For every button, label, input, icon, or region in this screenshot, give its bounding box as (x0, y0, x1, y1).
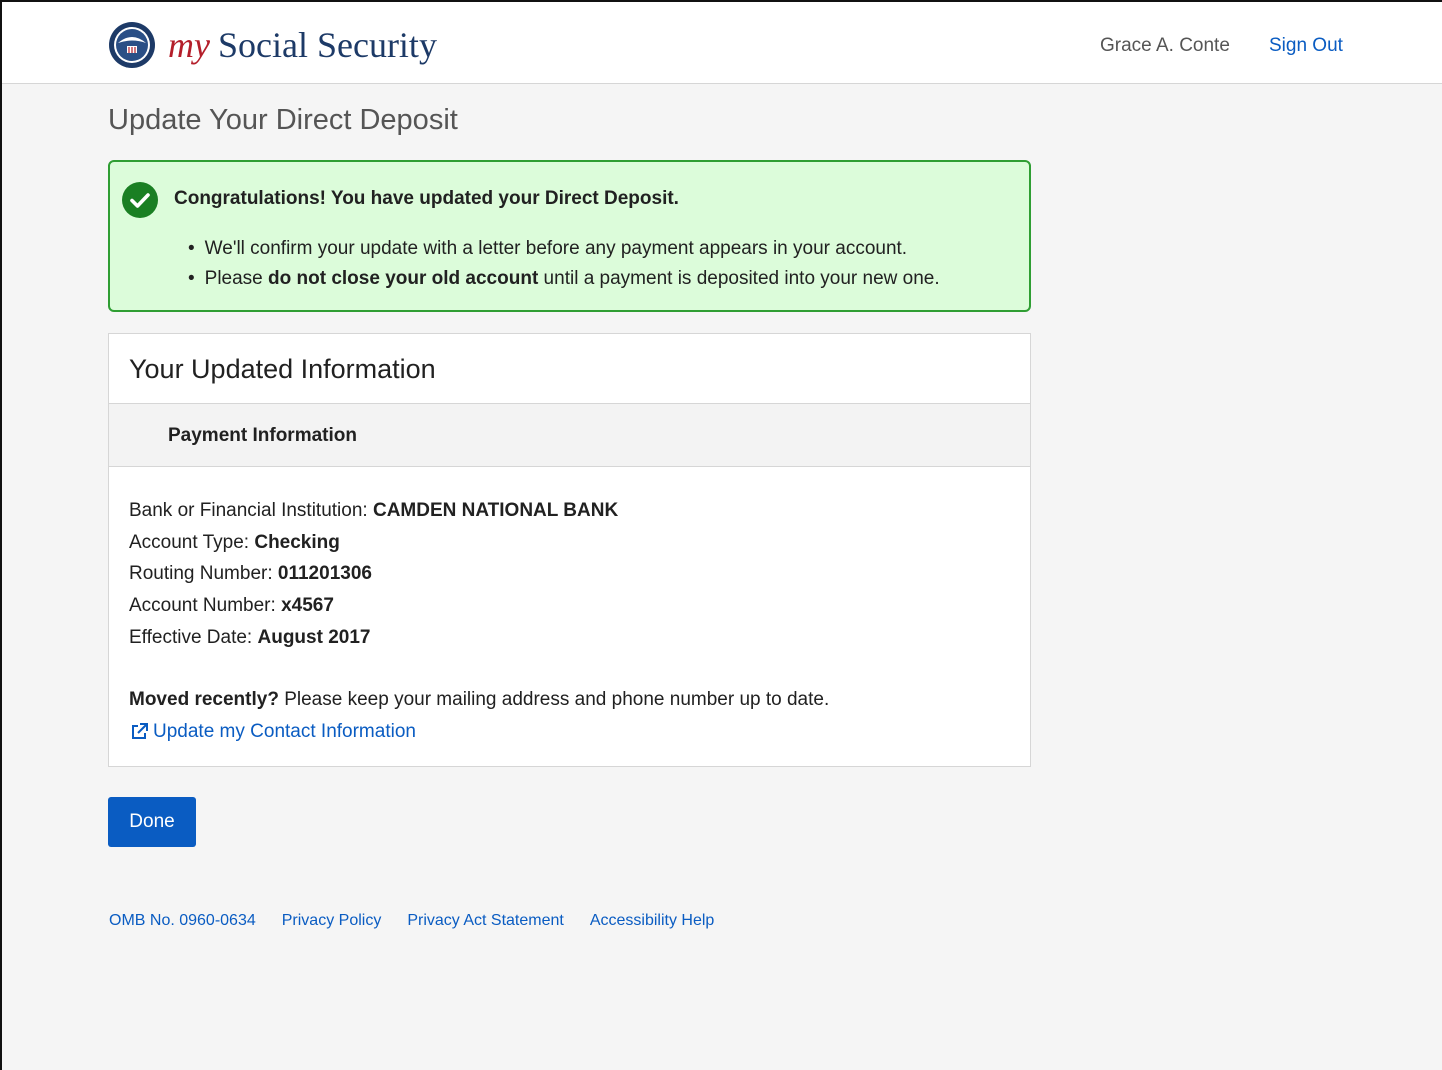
moved-body: Please keep your mailing address and pho… (278, 689, 830, 710)
section-title: Payment Information (168, 425, 357, 446)
footer-links: OMB No. 0960-0634 Privacy Policy Privacy… (109, 912, 714, 930)
sign-out-link[interactable]: Sign Out (1269, 35, 1343, 57)
brand-my: my (168, 25, 210, 65)
account-number-label: Account Number: (129, 595, 282, 617)
account-type-row: Account Type: Checking (129, 532, 618, 564)
updated-info-card: Your Updated Information Payment Informa… (108, 333, 1031, 767)
brand-social-security: Social Security (217, 25, 437, 65)
bank-row: Bank or Financial Institution: CAMDEN NA… (129, 500, 618, 532)
account-number-row: Account Number: x4567 (129, 595, 618, 627)
check-circle-icon (122, 182, 158, 218)
alert-item-text: We'll confirm your update with a letter … (204, 238, 908, 259)
moved-recently-text: Moved recently? Please keep your mailing… (129, 689, 829, 711)
site-header: my Social Security Grace A. Conte Sign Ou… (0, 0, 1442, 84)
done-button[interactable]: Done (108, 797, 196, 847)
moved-bold: Moved recently? (129, 689, 279, 710)
alert-title: Congratulations! You have updated your D… (174, 188, 679, 209)
account-type-label: Account Type: (129, 531, 255, 553)
effective-date-row: Effective Date: August 2017 (129, 627, 618, 659)
ssa-logo[interactable]: my Social Security (108, 22, 437, 68)
external-link-icon (132, 723, 148, 739)
effective-date-label: Effective Date: (129, 626, 258, 648)
bank-value: CAMDEN NATIONAL BANK (372, 500, 619, 521)
account-number-value: x4567 (281, 595, 334, 617)
privacy-policy-link[interactable]: Privacy Policy (282, 912, 382, 930)
effective-date-value: August 2017 (257, 626, 371, 648)
success-alert: Congratulations! You have updated your D… (108, 160, 1031, 312)
account-type-value: Checking (254, 531, 340, 553)
routing-number-value: 011201306 (277, 563, 372, 585)
alert-item-confirm-letter: We'll confirm your update with a letter … (188, 238, 940, 268)
user-name: Grace A. Conte (1100, 35, 1230, 56)
card-title: Your Updated Information (129, 354, 436, 384)
alert-list: We'll confirm your update with a letter … (188, 238, 940, 298)
alert-item-old-account: Please do not close your old account unt… (188, 268, 940, 298)
brand-name: my Social Security (168, 24, 437, 66)
privacy-act-statement-link[interactable]: Privacy Act Statement (407, 912, 564, 930)
ssa-seal-icon (109, 22, 155, 68)
update-contact-info-link[interactable]: Update my Contact Information (129, 721, 416, 743)
page-title: Update Your Direct Deposit (108, 104, 458, 136)
accessibility-help-link[interactable]: Accessibility Help (590, 912, 714, 930)
routing-number-label: Routing Number: (129, 563, 278, 585)
omb-number-link[interactable]: OMB No. 0960-0634 (109, 912, 256, 930)
payment-info-section-header: Payment Information (109, 403, 1030, 467)
payment-details: Bank or Financial Institution: CAMDEN NA… (129, 500, 618, 658)
alert-item-text-pre: Please (204, 268, 269, 289)
alert-item-text-post: until a payment is deposited into your n… (538, 268, 940, 289)
contact-link-label: Update my Contact Information (153, 721, 416, 742)
alert-item-text-bold: do not close your old account (268, 268, 539, 289)
routing-number-row: Routing Number: 011201306 (129, 563, 618, 595)
bank-label: Bank or Financial Institution: (129, 500, 373, 521)
